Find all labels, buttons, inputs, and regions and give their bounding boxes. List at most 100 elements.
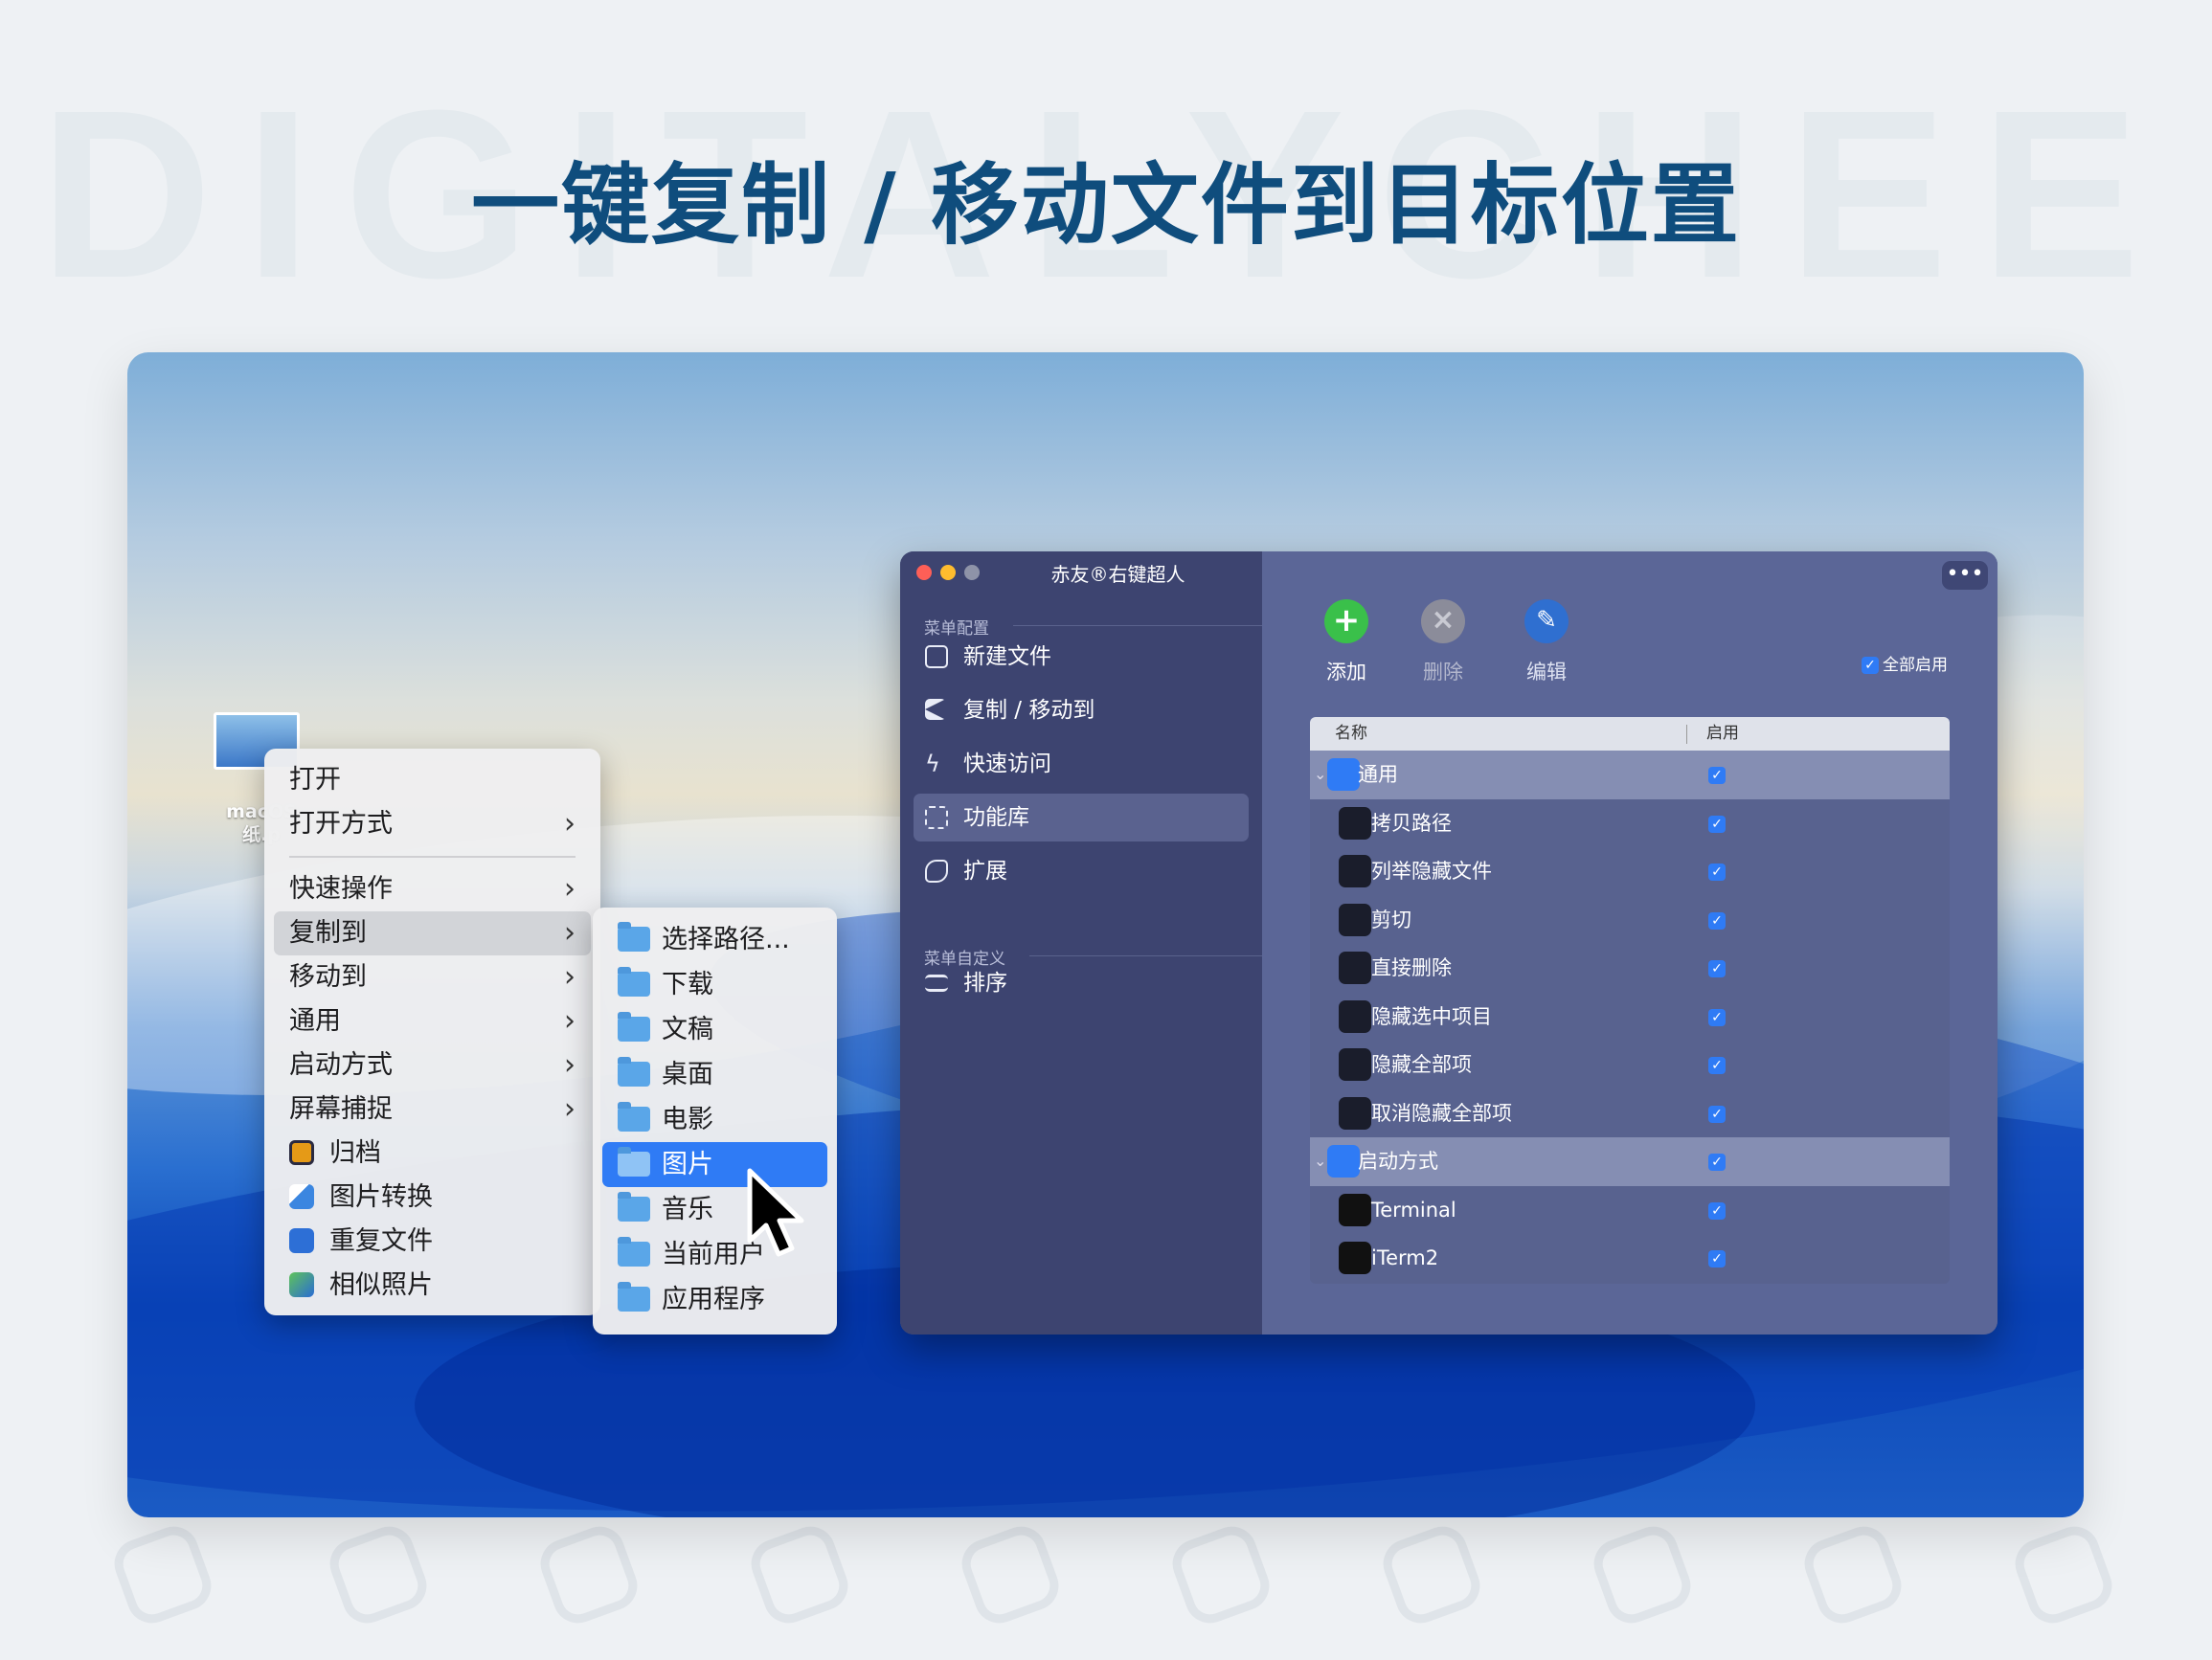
sidebar-item-extensions[interactable]: 扩展 [914,847,1249,895]
sidebar-item-sort[interactable]: 排序 [914,959,1249,1007]
menu-item-launch-with[interactable]: 启动方式 › [274,1043,591,1088]
submenu-item-movies[interactable]: 电影 [602,1097,827,1142]
hide-selected-icon [1339,999,1371,1033]
chevron-right-icon: › [564,872,576,906]
iterm-icon [1339,1242,1371,1274]
menu-item-move-to[interactable]: 移动到 › [274,955,591,999]
row-label: 隐藏选中项目 [1371,1004,1492,1028]
table-row[interactable]: 取消隐藏全部项 ✓ [1310,1089,1950,1138]
eye-off-icon [1339,1048,1371,1081]
table-row[interactable]: 隐藏选中项目 ✓ [1310,993,1950,1042]
enabled-checkbox[interactable]: ✓ [1708,960,1726,977]
table-row[interactable]: 剪切 ✓ [1310,896,1950,945]
menu-item-copy-to[interactable]: 复制到 › [274,911,591,955]
delete-button[interactable]: × 删除 [1405,599,1481,685]
grid-icon [1327,758,1360,791]
table-row[interactable]: 拷贝路径 ✓ [1310,799,1950,848]
home-folder-icon [618,1236,650,1267]
menu-item-duplicate-files[interactable]: 重复文件 [274,1220,591,1264]
sidebar-item-feature-library[interactable]: 功能库 [914,794,1249,841]
menu-item-quick-actions[interactable]: 快速操作 › [274,867,591,911]
table-group-row[interactable]: ⌄ 启动方式 ✓ [1310,1137,1950,1186]
table-group-row[interactable]: ⌄ 通用 ✓ [1310,751,1950,799]
enable-all-checkbox[interactable]: ✓ 全部启用 [1862,651,1948,675]
row-label: Terminal [1371,1198,1456,1222]
column-header-enabled[interactable]: 启用 [1706,717,1739,751]
disclosure-chevron-icon[interactable]: ⌄ [1314,1137,1326,1186]
column-header-name[interactable]: 名称 [1335,717,1367,751]
main-panel: ••• + 添加 × 删除 ✎ 编辑 ✓ 全部启用 名称 启用 ⌄ 通用 ✓ 拷贝 [1262,551,1998,1335]
chevron-right-icon: › [564,1004,576,1038]
table-row[interactable]: iTerm2 ✓ [1310,1234,1950,1283]
movies-folder-icon [618,1101,650,1132]
table-row[interactable]: 列举隐藏文件 ✓ [1310,847,1950,896]
enabled-checkbox[interactable]: ✓ [1708,1154,1726,1171]
chevron-right-icon: › [564,916,576,950]
row-label: 通用 [1358,763,1398,786]
folder-icon [618,921,650,952]
section-divider [1013,625,1262,626]
row-label: 直接删除 [1371,956,1452,979]
submenu-item-applications[interactable]: 应用程序 [602,1277,827,1322]
link-path-icon [1339,806,1371,840]
image-convert-icon [289,1183,314,1209]
menu-item-image-convert[interactable]: 图片转换 [274,1176,591,1220]
more-options-button[interactable]: ••• [1942,561,1988,590]
feature-table: 名称 启用 ⌄ 通用 ✓ 拷贝路径 ✓ 列举隐藏文件 ✓ 剪切 ✓ 直接删除 ✓ 隐藏选中项目 ✓ 隐藏全… [1310,717,1950,1284]
menu-item-similar-photos[interactable]: 相似照片 [274,1264,591,1308]
menu-item-open[interactable]: 打开 [274,758,591,802]
table-row[interactable]: Terminal ✓ [1310,1186,1950,1235]
submenu-item-downloads[interactable]: 下载 [602,962,827,1007]
scissors-icon [1339,903,1371,936]
enabled-checkbox[interactable]: ✓ [1708,767,1726,784]
menu-item-archive[interactable]: 归档 [274,1132,591,1176]
sidebar-item-copy-move[interactable]: 复制 / 移动到 [914,686,1249,734]
enabled-checkbox[interactable]: ✓ [1708,1008,1726,1026]
chevron-right-icon: › [564,960,576,994]
music-folder-icon [618,1191,650,1222]
eye-icon [1339,1096,1371,1130]
row-label: 隐藏全部项 [1371,1053,1472,1076]
edit-button[interactable]: ✎ 编辑 [1508,599,1585,685]
pictures-folder-icon [618,1146,650,1177]
similar-photo-icon [289,1271,314,1297]
submenu-item-choose-path[interactable]: 选择路径... [602,917,827,962]
new-file-icon [925,645,948,668]
enabled-checkbox[interactable]: ✓ [1708,911,1726,930]
decorative-icon-strip [0,1519,2212,1637]
screenshot-frame: macOS 纸.p 打开 打开方式 › 快速操作 › 复制到 › 移动到 › 通用 › 启动… [127,352,2084,1517]
chevron-right-icon: › [564,1048,576,1082]
table-row[interactable]: 隐藏全部项 ✓ [1310,1041,1950,1089]
section-divider [1029,955,1262,956]
sidebar-item-quick-access[interactable]: ϟ 快速访问 [914,740,1249,788]
submenu-item-documents[interactable]: 文稿 [602,1007,827,1052]
sidebar-item-new-file[interactable]: 新建文件 [914,633,1249,681]
enabled-checkbox[interactable]: ✓ [1708,815,1726,833]
copy-to-submenu: 选择路径... 下载 文稿 桌面 电影 图片 音乐 当前用户 应用程序 [593,908,837,1335]
documents-folder-icon [618,1011,650,1042]
enabled-checkbox[interactable]: ✓ [1708,864,1726,881]
sidebar: 赤友®右键超人 菜单配置 新建文件 复制 / 移动到 ϟ 快速访问 功能库 扩展 … [900,551,1262,1335]
enabled-checkbox[interactable]: ✓ [1708,1250,1726,1267]
row-label: iTerm2 [1371,1246,1439,1269]
pencil-icon: ✎ [1524,599,1569,643]
downloads-folder-icon [618,966,650,997]
desktop-folder-icon [618,1056,650,1087]
menu-item-screen-capture[interactable]: 屏幕捕捉 › [274,1088,591,1132]
disclosure-chevron-icon[interactable]: ⌄ [1314,751,1326,799]
menu-item-open-with[interactable]: 打开方式 › [274,802,591,846]
grid-icon [925,806,948,829]
plus-icon: + [1324,599,1368,643]
mouse-cursor-icon [747,1168,804,1257]
submenu-item-desktop[interactable]: 桌面 [602,1052,827,1097]
delete-icon [1339,952,1371,984]
table-row[interactable]: 直接删除 ✓ [1310,944,1950,993]
enabled-checkbox[interactable]: ✓ [1708,1057,1726,1074]
enabled-checkbox[interactable]: ✓ [1708,1201,1726,1220]
send-icon [925,699,946,720]
menu-item-general[interactable]: 通用 › [274,999,591,1043]
row-label: 取消隐藏全部项 [1371,1101,1512,1125]
applications-folder-icon [618,1281,650,1312]
enabled-checkbox[interactable]: ✓ [1708,1105,1726,1123]
add-button[interactable]: + 添加 [1308,599,1385,685]
